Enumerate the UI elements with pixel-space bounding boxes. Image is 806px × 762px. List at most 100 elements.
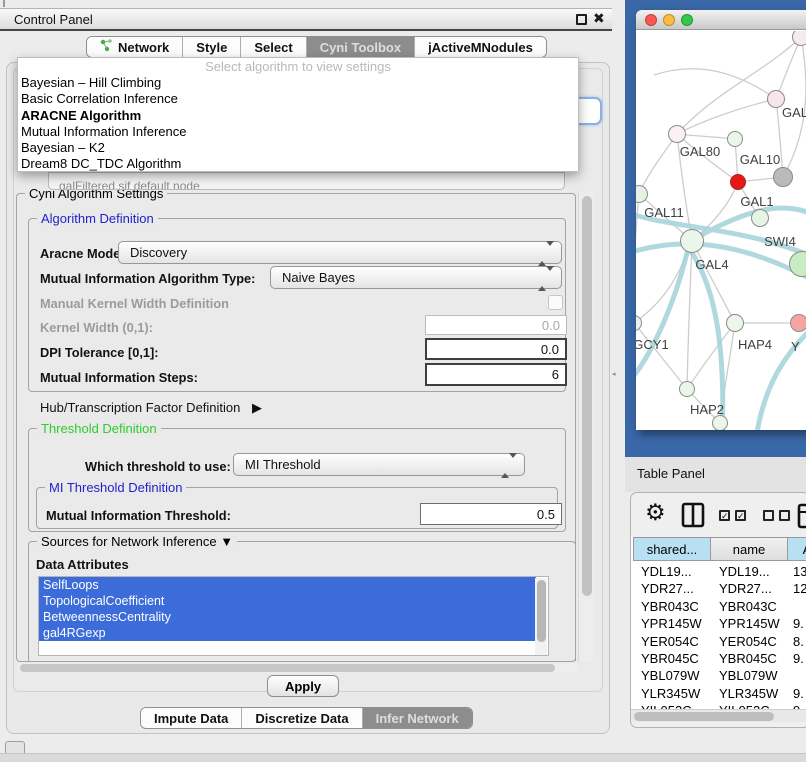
node-partial-top-right[interactable] — [792, 31, 806, 46]
node-gal1[interactable] — [751, 209, 769, 227]
bottom-status-strip — [0, 753, 806, 762]
menu-item-aracne[interactable]: ARACNE Algorithm — [18, 108, 578, 124]
tab-network[interactable]: Network — [87, 37, 182, 57]
tab-infer-network[interactable]: Infer Network — [362, 708, 472, 728]
table-row[interactable]: YDL19...YDL19...13 — [633, 563, 806, 580]
checked-checkbox-icon[interactable]: ✓ — [719, 510, 730, 521]
mi-threshold-field[interactable]: 0.5 — [420, 503, 562, 525]
node-label-y-partial: Y — [791, 339, 800, 354]
kernel-width-field[interactable]: 0.0 — [425, 315, 567, 335]
table-row[interactable]: YBR045CYBR045C9. — [633, 650, 806, 667]
apply-button[interactable]: Apply — [267, 675, 339, 697]
cell: 8. — [793, 633, 806, 650]
control-panel-title: Control Panel — [14, 12, 93, 27]
dpi-tolerance-label: DPI Tolerance [0,1]: — [40, 345, 159, 360]
cell: YIL052C — [719, 702, 787, 709]
node-hap2[interactable] — [679, 381, 695, 397]
network-window[interactable]: GAL80 GAL10 GAL1 GAL11 SWI4 GAL4 GCY1 HA… — [636, 10, 806, 430]
list-item-selfloops[interactable]: SelfLoops — [39, 577, 536, 593]
tab-jactivemnodules[interactable]: jActiveMNodules — [414, 37, 546, 57]
table-horizontal-scrollbar[interactable] — [631, 709, 806, 722]
attributes-list-scrollbar[interactable] — [535, 578, 547, 656]
tab-network-label: Network — [118, 40, 169, 55]
cell: YDL19... — [719, 563, 787, 580]
table-row[interactable]: YDR27...YDR27...12 — [633, 580, 806, 597]
tab-select-label: Select — [254, 40, 292, 55]
close-icon[interactable]: ✖ — [593, 10, 605, 27]
node-salmon-right[interactable] — [790, 314, 806, 332]
menu-item-dream8[interactable]: Dream8 DC_TDC Algorithm — [18, 156, 578, 172]
manual-kernel-width-checkbox[interactable] — [548, 295, 563, 310]
mac-close-icon[interactable] — [645, 14, 657, 26]
menu-item-bayesian-hill-climbing[interactable]: Bayesian – Hill Climbing — [18, 75, 578, 91]
node-hap4[interactable] — [726, 314, 744, 332]
node-label-gal4: GAL4 — [695, 257, 728, 272]
cell: YBR045C — [719, 650, 787, 667]
aracne-mode-combobox[interactable]: Discovery — [118, 241, 562, 264]
hub-definition-toggle[interactable]: Hub/Transcription Factor Definition ▶ — [40, 400, 262, 416]
table-panel-strip: Table Panel — [625, 457, 806, 492]
table-rows: YDL19...YDL19...13 YDR27...YDR27...12 YB… — [633, 563, 806, 709]
list-item-betweennesscentrality[interactable]: BetweennessCentrality — [39, 609, 536, 625]
cell: YBR043C — [641, 598, 711, 615]
table-icon-partial[interactable] — [797, 503, 806, 534]
tab-style[interactable]: Style — [182, 37, 240, 57]
aracne-mode-label: Aracne Mode: — [40, 246, 125, 261]
table-row[interactable]: YIL052CYIL052C9 — [633, 702, 806, 709]
node-label-swi4: SWI4 — [764, 234, 796, 249]
menu-item-mutual-information[interactable]: Mutual Information Inference — [18, 124, 578, 140]
mi-steps-field[interactable]: 6 — [425, 363, 567, 386]
menu-item-bayesian-k2[interactable]: Bayesian – K2 — [18, 140, 578, 156]
node-gal80[interactable] — [668, 125, 686, 143]
cell: YBR043C — [719, 598, 787, 615]
which-threshold-combobox[interactable]: MI Threshold — [233, 453, 525, 476]
table-row[interactable]: YBR043C YBR043C — [633, 598, 806, 615]
mi-algorithm-type-combobox[interactable]: Naive Bayes — [270, 266, 562, 289]
screen: Control Panel ✖ Network Style Select Cyn… — [0, 0, 806, 762]
column-header-partial[interactable]: A — [787, 537, 806, 561]
table-row[interactable]: YBL079WYBL079W — [633, 667, 806, 684]
tab-cyni-toolbox[interactable]: Cyni Toolbox — [306, 37, 414, 57]
table-row[interactable]: YLR345WYLR345W9. — [633, 685, 806, 702]
tab-style-label: Style — [196, 40, 227, 55]
network-window-titlebar[interactable] — [636, 10, 806, 30]
settings-horizontal-scrollbar[interactable] — [17, 663, 577, 673]
float-window-icon[interactable] — [576, 14, 587, 25]
network-selector-fragment[interactable]: galFiltered.sif default node — [48, 172, 565, 190]
mac-zoom-icon[interactable] — [681, 14, 693, 26]
settings-vertical-scrollbar[interactable] — [578, 192, 593, 662]
cell: YDL19... — [641, 563, 711, 580]
unchecked-checkbox-icon[interactable] — [763, 510, 774, 521]
node-gal10[interactable] — [727, 131, 743, 147]
tab-infer-network-label: Infer Network — [376, 711, 459, 726]
tab-select[interactable]: Select — [240, 37, 305, 57]
node-gray[interactable] — [773, 167, 793, 187]
column-header-shared-name[interactable]: shared... — [633, 537, 711, 561]
node-label-hap2: HAP2 — [690, 402, 724, 417]
node-label-gal80: GAL80 — [680, 144, 720, 159]
table-row[interactable]: YER054CYER054C8. — [633, 633, 806, 650]
list-item-gal4rgexp[interactable]: gal4RGexp — [39, 625, 536, 641]
panel-divider-handle[interactable]: ◂ — [612, 370, 617, 377]
checked-checkbox-icon-2[interactable]: ✓ — [735, 510, 746, 521]
sources-group-title[interactable]: Sources for Network Inference ▼ — [37, 534, 237, 549]
unchecked-checkbox-icon-2[interactable] — [779, 510, 790, 521]
node-red-highlight[interactable] — [730, 174, 746, 190]
mi-algorithm-type-value: Naive Bayes — [282, 270, 355, 285]
columns-icon[interactable] — [681, 502, 705, 533]
column-header-name[interactable]: name — [710, 537, 788, 561]
menu-item-basic-correlation[interactable]: Basic Correlation Inference — [18, 91, 578, 107]
dpi-tolerance-field[interactable]: 0.0 — [425, 338, 567, 360]
network-canvas[interactable]: GAL80 GAL10 GAL1 GAL11 SWI4 GAL4 GCY1 HA… — [636, 31, 806, 430]
gear-icon[interactable]: ⚙ — [645, 499, 666, 526]
node-gal4[interactable] — [680, 229, 704, 253]
node-bottom-partial[interactable] — [712, 415, 728, 430]
tab-discretize-data[interactable]: Discretize Data — [241, 708, 361, 728]
tab-impute-data[interactable]: Impute Data — [141, 708, 241, 728]
cell: 9 — [793, 702, 806, 709]
list-item-topologicalcoefficient[interactable]: TopologicalCoefficient — [39, 593, 536, 609]
cell: 9. — [793, 650, 806, 667]
table-row[interactable]: YPR145WYPR145W9. — [633, 615, 806, 632]
mac-minimize-icon[interactable] — [663, 14, 675, 26]
cell: YLR345W — [719, 685, 787, 702]
